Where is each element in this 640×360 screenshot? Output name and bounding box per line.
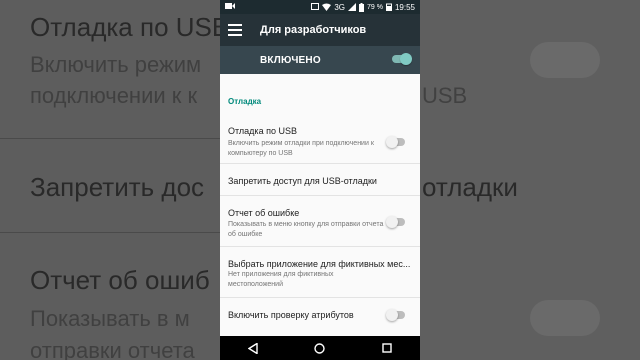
bg-sub-usb-debug-1: Включить режим [30, 52, 202, 77]
back-icon [248, 342, 259, 354]
page-title: Для разработчиков [260, 24, 367, 36]
status-bar: 3G 79 % 19:55 [220, 0, 420, 14]
background-left-panel: Отладка по USB Включить режим подключени… [0, 0, 640, 360]
navigation-bar [220, 336, 420, 360]
toggle-knob [386, 309, 398, 321]
signal-icon [348, 3, 356, 11]
recents-icon [381, 343, 392, 353]
setting-subtitle: Показывать в меню кнопку для отправки от… [228, 221, 384, 238]
bg-title-bug-report: Отчет об ошиб [30, 265, 210, 295]
bg-toggle [530, 42, 600, 78]
app-toolbar: Для разработчиков [220, 14, 420, 46]
menu-icon[interactable] [228, 24, 242, 36]
setting-title: Запретить доступ для USB-отладки [228, 176, 377, 186]
toggle-knob [400, 53, 412, 65]
wifi-icon [322, 3, 332, 11]
phone-screen: 3G 79 % 19:55 Для разработчиков ВКЛЮЧЕНО… [220, 0, 420, 360]
usb-debugging-toggle[interactable] [386, 136, 405, 148]
home-icon [314, 342, 326, 354]
bug-report-toggle[interactable] [386, 216, 405, 228]
setting-title: Отчет об ошибке [228, 208, 300, 218]
home-button[interactable] [310, 338, 330, 358]
setting-view-attribute-inspection[interactable]: Включить проверку атрибутов [220, 298, 420, 336]
settings-list: Отладка Отладка по USB Включить режим от… [220, 74, 420, 336]
bg-title-revoke: Запретить дос [30, 172, 205, 202]
video-icon [225, 3, 235, 9]
setting-revoke-usb-auth[interactable]: Запретить доступ для USB-отладки [220, 164, 420, 196]
battery-percent: 79 % [367, 3, 383, 11]
bg-title-revoke-end: отладки [422, 172, 518, 202]
setting-title: Выбрать приложение для фиктивных мес... [228, 259, 411, 269]
setting-subtitle: Нет приложения для фиктивных местоположе… [228, 271, 334, 288]
setting-subtitle: Включить режим отладки при подключении к… [228, 140, 374, 157]
battery-level-icon [385, 3, 392, 11]
setting-usb-debugging[interactable]: Отладка по USB Включить режим отладки пр… [220, 112, 420, 164]
battery-icon [359, 2, 364, 12]
clock: 19:55 [394, 2, 415, 12]
background-right-panel: USB отладки [420, 0, 640, 360]
setting-title: Отладка по USB [228, 126, 297, 136]
setting-bug-report[interactable]: Отчет об ошибке Показывать в меню кнопку… [220, 196, 420, 247]
network-type: 3G [334, 2, 345, 12]
toggle-knob [386, 216, 398, 228]
toggle-knob [386, 136, 398, 148]
recents-button[interactable] [377, 338, 397, 358]
bg-sub-usb-debug-2: подключении к к [30, 83, 198, 108]
bg-title-usb-debug: Отладка по USB [30, 12, 230, 42]
back-button[interactable] [243, 338, 263, 358]
bg-toggle [530, 300, 600, 336]
setting-title: Включить проверку атрибутов [228, 310, 354, 320]
master-toggle[interactable] [392, 53, 412, 65]
bg-sub-bug-report-1: Показывать в м [30, 306, 190, 331]
cast-icon [311, 3, 320, 10]
bg-sub-usb: USB [422, 83, 468, 108]
category-header: Отладка [228, 97, 262, 106]
setting-mock-location-app[interactable]: Выбрать приложение для фиктивных мес... … [220, 247, 420, 298]
bg-sub-bug-report-2: отправки отчета [30, 338, 195, 360]
developer-options-master-switch-bar[interactable]: ВКЛЮЧЕНО [220, 46, 420, 74]
master-switch-label: ВКЛЮЧЕНО [260, 54, 321, 66]
attribute-inspection-toggle[interactable] [386, 309, 405, 321]
